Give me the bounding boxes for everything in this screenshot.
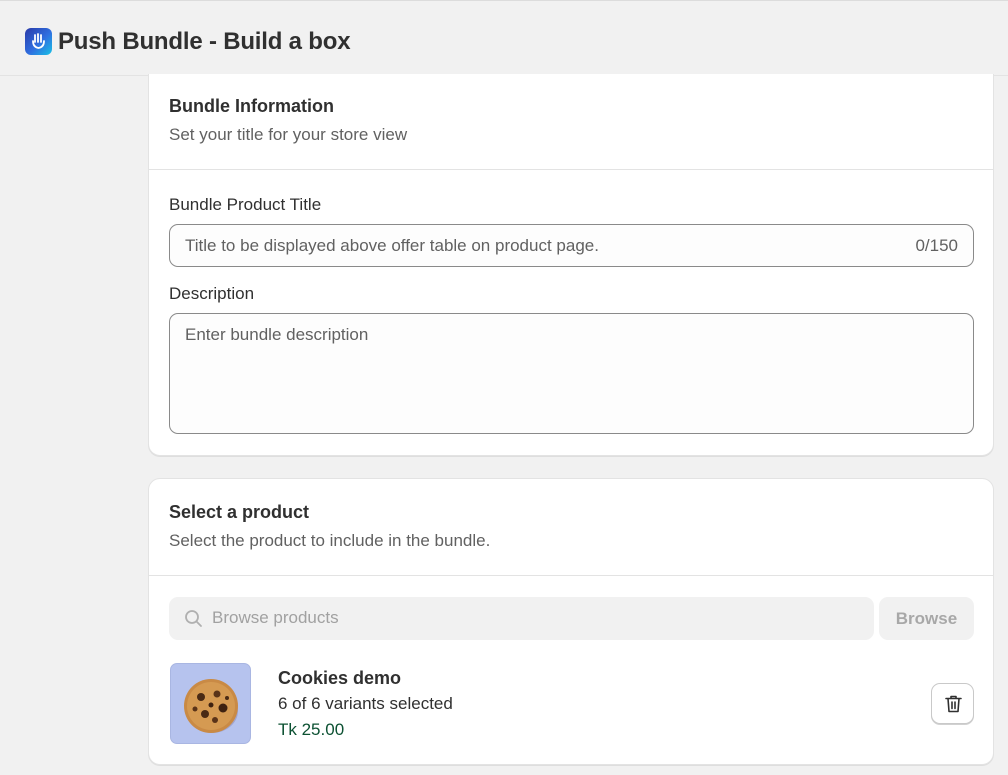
bundle-product-title-label: Bundle Product Title	[169, 195, 322, 214]
page-title: Push Bundle - Build a box	[58, 28, 351, 55]
product-variants: 6 of 6 variants selected	[278, 694, 453, 713]
card-title: Bundle Information	[169, 96, 334, 116]
description-label: Description	[169, 284, 255, 303]
hand-app-icon	[25, 28, 52, 55]
divider	[149, 575, 993, 576]
card-subtitle: Set your title for your store view	[169, 125, 408, 144]
description-placeholder: Enter bundle description	[185, 325, 369, 344]
remove-product-button[interactable]	[931, 683, 974, 724]
character-counter: 0/150	[915, 236, 958, 255]
card-header: Bundle Information Set your title for yo…	[169, 96, 973, 145]
card-header: Select a product Select the product to i…	[169, 502, 973, 551]
select-product-card: Select a product Select the product to i…	[148, 478, 994, 765]
card-title: Select a product	[169, 502, 310, 522]
product-name: Cookies demo	[278, 668, 402, 688]
trash-icon	[945, 695, 962, 713]
cookie-image	[170, 663, 251, 744]
bundle-information-card: Bundle Information Set your title for yo…	[148, 74, 994, 456]
search-icon	[185, 610, 202, 627]
browse-button[interactable]: Browse	[879, 597, 974, 640]
search-placeholder: Browse products	[212, 608, 339, 627]
description-textarea[interactable]: Enter bundle description	[169, 313, 974, 434]
app-header: Push Bundle - Build a box	[0, 0, 1008, 76]
card-subtitle: Select the product to include in the bun…	[169, 531, 491, 550]
product-price: Tk 25.00	[278, 720, 345, 739]
bundle-product-title-input[interactable]: Title to be displayed above offer table …	[169, 224, 974, 267]
browse-products-search[interactable]: Browse products	[169, 597, 874, 640]
divider	[149, 169, 993, 170]
bundle-product-title-placeholder: Title to be displayed above offer table …	[185, 236, 599, 255]
